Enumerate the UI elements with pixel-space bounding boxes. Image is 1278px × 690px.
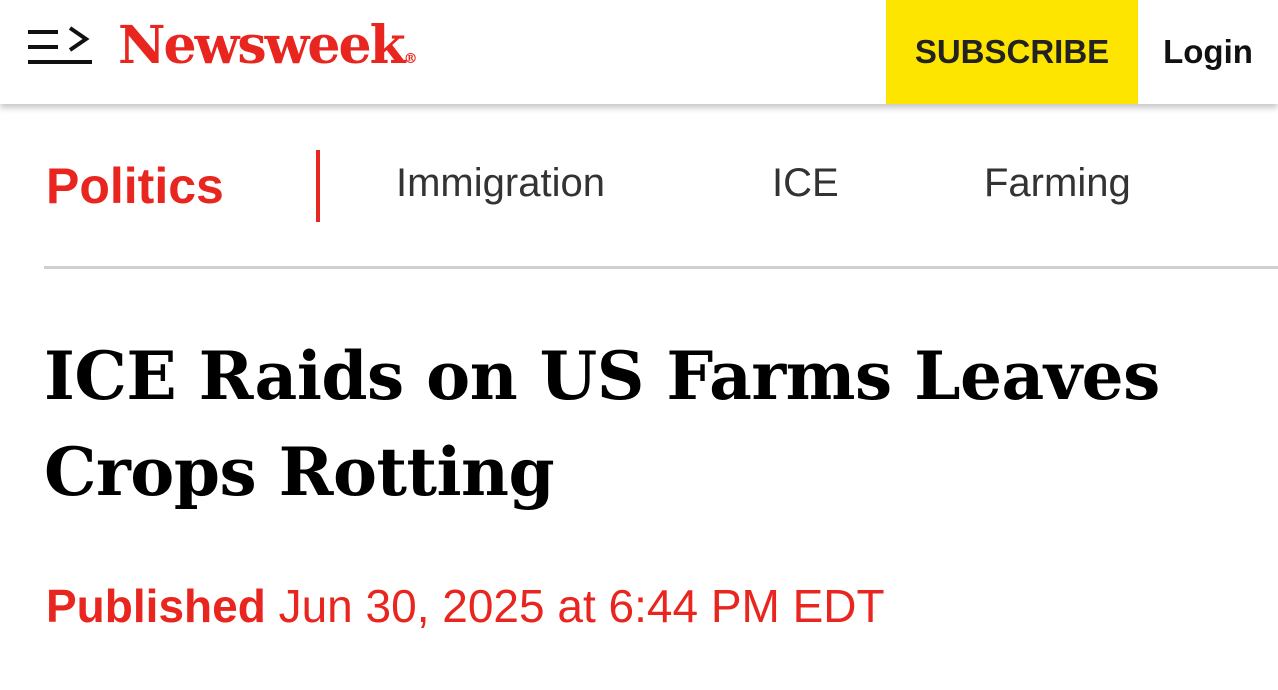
published-date: Jun 30, 2025 at 6:44 PM EDT xyxy=(278,580,885,632)
tag-farming[interactable]: Farming xyxy=(984,158,1131,208)
tag-ice[interactable]: ICE xyxy=(772,158,839,208)
nav-divider xyxy=(316,150,320,222)
tag-immigration[interactable]: Immigration xyxy=(396,158,605,208)
logo-text: Newsweek xyxy=(118,15,406,76)
login-button[interactable]: Login xyxy=(1138,0,1278,104)
menu-button[interactable] xyxy=(28,24,94,70)
published-label: Published xyxy=(46,580,266,632)
article-headline: ICE Raids on US Farms Leaves Crops Rotti… xyxy=(44,337,1160,511)
topic-nav: Politics Immigration ICE Farming xyxy=(0,104,1278,268)
section-divider xyxy=(44,266,1278,269)
category-link-politics[interactable]: Politics xyxy=(46,156,224,216)
published-line: Published Jun 30, 2025 at 6:44 PM EDT xyxy=(46,578,885,634)
subscribe-button[interactable]: SUBSCRIBE xyxy=(886,0,1138,104)
logo-registered-mark: ® xyxy=(403,51,418,67)
menu-arrow-icon xyxy=(28,26,92,64)
newsweek-logo[interactable]: Newsweek® xyxy=(118,14,418,91)
site-header: Newsweek® SUBSCRIBE Login xyxy=(0,0,1278,104)
